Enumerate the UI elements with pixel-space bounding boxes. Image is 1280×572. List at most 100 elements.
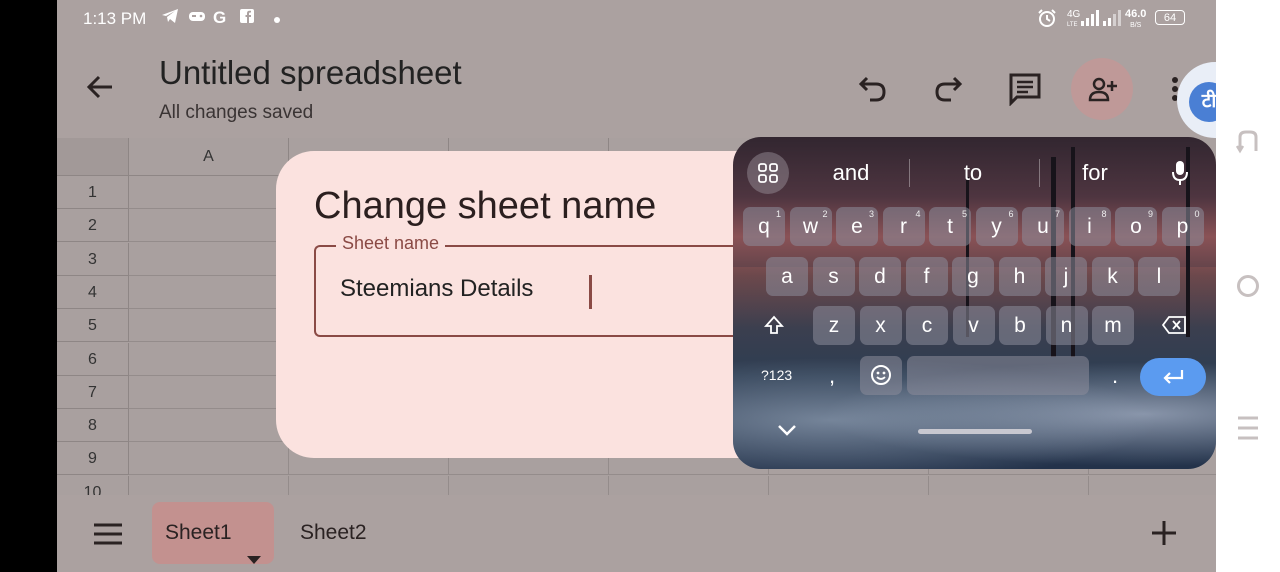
row-header[interactable]: 6 bbox=[57, 342, 129, 376]
recents-nav-icon[interactable] bbox=[1237, 415, 1259, 446]
grid-cell[interactable] bbox=[769, 475, 929, 495]
key-f[interactable]: f bbox=[905, 257, 948, 296]
grid-cell[interactable] bbox=[129, 342, 289, 376]
key-g[interactable]: g bbox=[952, 257, 994, 296]
key-i[interactable]: i8 bbox=[1068, 207, 1111, 246]
row-header[interactable]: 7 bbox=[57, 375, 129, 409]
google-icon: G bbox=[213, 8, 227, 27]
row-header[interactable]: 9 bbox=[57, 442, 129, 476]
column-header[interactable]: A bbox=[129, 138, 289, 176]
key-hint: 0 bbox=[1194, 209, 1200, 219]
home-nav-icon[interactable] bbox=[1236, 274, 1260, 303]
key-j[interactable]: j bbox=[1045, 257, 1087, 296]
row-header[interactable]: 1 bbox=[57, 176, 129, 209]
key-e[interactable]: e3 bbox=[836, 207, 878, 246]
key-x[interactable]: x bbox=[859, 306, 902, 345]
key-c[interactable]: c bbox=[906, 306, 948, 345]
key-hint: 5 bbox=[961, 209, 967, 219]
grid-cell[interactable] bbox=[609, 475, 769, 495]
period-key[interactable]: . bbox=[1112, 363, 1118, 389]
hide-keyboard-chevron-icon[interactable] bbox=[777, 423, 797, 442]
sheets-list-menu-icon[interactable] bbox=[93, 522, 123, 551]
grid-cell[interactable] bbox=[129, 209, 289, 243]
key-b[interactable]: b bbox=[999, 306, 1041, 345]
key-o[interactable]: o9 bbox=[1115, 207, 1157, 246]
sheet-name-label: Sheet name bbox=[336, 233, 446, 254]
key-p[interactable]: p0 bbox=[1161, 207, 1204, 246]
battery-indicator: 64 bbox=[1155, 10, 1185, 25]
key-label: f bbox=[923, 265, 930, 288]
grid-cell[interactable] bbox=[129, 409, 289, 443]
grid-cell[interactable] bbox=[449, 475, 609, 495]
shift-key[interactable] bbox=[753, 306, 795, 345]
grid-cell[interactable] bbox=[129, 442, 289, 476]
suggestion-2[interactable]: to bbox=[943, 160, 1003, 186]
grid-cell[interactable] bbox=[929, 475, 1089, 495]
signal-icon-2 bbox=[1103, 10, 1121, 30]
key-z[interactable]: z bbox=[813, 306, 855, 345]
comment-icon[interactable] bbox=[1008, 72, 1042, 111]
key-m[interactable]: m bbox=[1092, 306, 1134, 345]
grid-cell[interactable] bbox=[129, 242, 289, 276]
key-label: p bbox=[1176, 215, 1189, 238]
microphone-icon[interactable] bbox=[1171, 159, 1189, 192]
document-title[interactable]: Untitled spreadsheet bbox=[159, 54, 462, 92]
translate-bubble[interactable]: टी bbox=[1177, 62, 1216, 138]
key-k[interactable]: k bbox=[1091, 257, 1134, 296]
key-h[interactable]: h bbox=[998, 257, 1041, 296]
dropdown-arrow-icon[interactable] bbox=[247, 528, 261, 572]
comma-key[interactable]: , bbox=[829, 363, 835, 389]
key-l[interactable]: l bbox=[1138, 257, 1180, 296]
row-header[interactable]: 10 bbox=[57, 475, 129, 495]
backspace-key[interactable] bbox=[1153, 306, 1195, 345]
key-d[interactable]: d bbox=[859, 257, 901, 296]
grid-cell[interactable] bbox=[289, 475, 449, 495]
key-y[interactable]: y6 bbox=[975, 207, 1018, 246]
key-label: r bbox=[900, 215, 907, 238]
suggestion-3[interactable]: for bbox=[1065, 160, 1125, 186]
row-header[interactable]: 4 bbox=[57, 275, 129, 309]
key-a[interactable]: a bbox=[766, 257, 808, 296]
grid-cell[interactable] bbox=[129, 309, 289, 343]
key-label: o bbox=[1130, 215, 1142, 238]
grid-cell[interactable] bbox=[129, 176, 289, 209]
key-q[interactable]: q1 bbox=[743, 207, 785, 246]
sheet-tab-sheet1[interactable]: Sheet1 bbox=[152, 502, 274, 564]
grid-cell[interactable] bbox=[129, 475, 289, 495]
select-all-corner[interactable] bbox=[57, 138, 129, 176]
gesture-handle bbox=[918, 429, 1032, 434]
key-s[interactable]: s bbox=[812, 257, 855, 296]
translate-icon: टी bbox=[1189, 82, 1216, 122]
sheet-name-field[interactable]: Sheet name Steemians Details bbox=[314, 233, 796, 337]
back-nav-icon[interactable] bbox=[1235, 129, 1260, 160]
key-w[interactable]: w2 bbox=[789, 207, 832, 246]
back-arrow-icon[interactable] bbox=[85, 72, 115, 107]
row-header[interactable]: 2 bbox=[57, 209, 129, 243]
key-v[interactable]: v bbox=[952, 306, 995, 345]
key-t[interactable]: t5 bbox=[929, 207, 971, 246]
space-key[interactable] bbox=[907, 356, 1089, 395]
key-n[interactable]: n bbox=[1045, 306, 1088, 345]
row-header[interactable]: 5 bbox=[57, 309, 129, 343]
grid-cell[interactable] bbox=[1089, 476, 1216, 495]
redo-icon[interactable] bbox=[932, 72, 964, 109]
symbols-key[interactable]: ?123 bbox=[761, 367, 792, 383]
key-label: z bbox=[828, 314, 840, 337]
sheet-tab-sheet2[interactable]: Sheet2 bbox=[300, 502, 367, 564]
enter-key[interactable] bbox=[1140, 358, 1206, 396]
add-sheet-icon[interactable] bbox=[1151, 520, 1177, 551]
key-u[interactable]: u7 bbox=[1022, 207, 1064, 246]
grid-cell[interactable] bbox=[129, 375, 289, 409]
keyboard-menu-button[interactable] bbox=[747, 152, 789, 194]
row-header[interactable]: 3 bbox=[57, 242, 129, 276]
key-label: c bbox=[921, 314, 933, 337]
row-header[interactable]: 8 bbox=[57, 409, 129, 443]
sheet-name-input[interactable]: Steemians Details bbox=[340, 275, 533, 303]
key-r[interactable]: r4 bbox=[882, 207, 925, 246]
facebook-icon bbox=[239, 8, 255, 28]
share-button[interactable] bbox=[1071, 58, 1133, 120]
suggestion-1[interactable]: and bbox=[821, 160, 881, 186]
grid-cell[interactable] bbox=[129, 275, 289, 309]
emoji-key[interactable] bbox=[860, 356, 902, 395]
undo-icon[interactable] bbox=[857, 72, 889, 109]
